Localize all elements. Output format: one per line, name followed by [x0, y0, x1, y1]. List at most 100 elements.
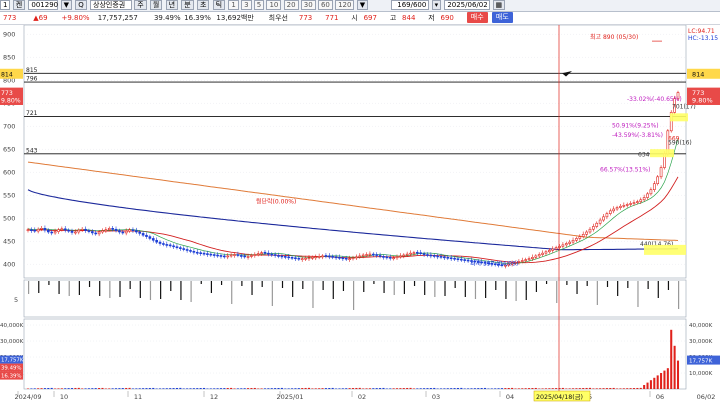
volume-bar-188 [663, 370, 666, 389]
toolbar: 1 켄 001290 ▼ Q 상상인증권 주 월 년 분 초 틱 1 3 5 1… [0, 0, 720, 12]
volume-bar-180 [636, 387, 639, 389]
volume-bar-11 [64, 388, 67, 389]
volume-bar-72 [270, 388, 273, 389]
volume-bar-18 [87, 388, 90, 389]
volume-bar-186 [656, 375, 659, 389]
timeframe-10[interactable]: 10 [266, 0, 282, 10]
candle-body-39 [158, 241, 162, 244]
volume-bar-8 [54, 388, 57, 389]
volume-bar-147 [524, 388, 527, 389]
level-label-1: 796 [26, 76, 38, 83]
volume-bar-35 [145, 388, 148, 389]
dropdown-icon[interactable]: ▼ [60, 0, 73, 10]
indicator-bar-132 [474, 281, 477, 299]
candle-body-172 [608, 210, 612, 214]
volume-bar-156 [555, 388, 558, 389]
candle-body-54 [209, 253, 213, 256]
timeframe-5[interactable]: 5 [253, 0, 265, 10]
annotation-6: 66.57%(13.51%) [600, 166, 650, 173]
range-field[interactable]: 169/600 [391, 0, 430, 10]
right-badge-0: 814 [692, 70, 704, 78]
header-right-0: LC:94.71 [688, 28, 715, 35]
timeframe-20[interactable]: 20 [283, 0, 299, 10]
timeframe-30[interactable]: 30 [300, 0, 316, 10]
volume-bar-43 [172, 388, 175, 389]
candle-body-159 [564, 243, 568, 246]
volume-bar-51 [199, 388, 202, 389]
period-day-button[interactable]: 주 [134, 0, 147, 10]
candle-body-1 [30, 229, 33, 231]
timeframe-60[interactable]: 60 [317, 0, 333, 10]
candle-body-35 [145, 234, 148, 237]
toolbar-item-0[interactable]: 1 [0, 0, 11, 10]
candle-body-13 [70, 230, 74, 233]
volume-bar-187 [660, 373, 663, 389]
period-year-button[interactable]: 년 [165, 0, 179, 10]
volume-badge-left-0: 17,757K [1, 358, 24, 364]
candle-body-154 [548, 250, 551, 253]
volume-badge-right: 17,757K [689, 359, 713, 365]
volume-bar-15 [77, 387, 80, 389]
volume-bar-65 [247, 388, 250, 389]
candle-body-89 [327, 255, 331, 258]
date-field[interactable]: 2025/06/02 [444, 0, 491, 10]
candle-body-85 [314, 256, 318, 259]
candle-body-184 [649, 189, 653, 195]
left-badge-0: 814 [1, 71, 13, 78]
volume-bar-70 [263, 388, 267, 389]
annotation-3: -33.02%(-40.65%) [627, 96, 682, 103]
indicator-bar-18 [88, 281, 91, 287]
candle-body-83 [307, 257, 311, 260]
stock-code-input[interactable]: 001290 [28, 0, 59, 10]
timeframe-3[interactable]: 3 [241, 0, 252, 10]
candle-body-170 [602, 216, 605, 221]
timeframe-dropdown-icon[interactable]: ▼ [356, 0, 369, 10]
volume-bar-124 [446, 388, 449, 389]
period-minute-button[interactable]: 분 [181, 0, 194, 10]
volume-bar-14 [74, 387, 77, 389]
level-label-3: 543 [26, 147, 38, 154]
volume-bar-66 [250, 388, 253, 389]
range-stepper-icon[interactable]: ▾ [431, 0, 442, 10]
candle-body-55 [212, 254, 216, 256]
indicator-bar-3 [38, 281, 40, 293]
indicator-bar-75 [281, 281, 284, 288]
toolbar-item-1[interactable]: 켄 [12, 0, 26, 10]
indicator-bar-81 [302, 281, 304, 289]
stock-chart[interactable]: 815796721543 400450500550600650700750800… [0, 25, 720, 404]
period-tick-button[interactable]: 틱 [212, 0, 226, 10]
volume-bar-113 [409, 387, 412, 389]
candle-body-27 [118, 230, 121, 233]
timeframe-120[interactable]: 120 [335, 0, 355, 10]
ask-price: 773 [298, 14, 313, 22]
candle-body-45 [179, 247, 182, 249]
volume-bar-17 [84, 388, 87, 389]
candle-body-123 [443, 256, 446, 259]
period-second-button[interactable]: 초 [196, 0, 210, 10]
candle-body-25 [111, 228, 114, 230]
volume-bar-94 [345, 388, 348, 389]
buy-button[interactable]: 매수 [466, 12, 488, 23]
volume-bar-57 [219, 388, 222, 389]
search-icon[interactable]: Q [75, 0, 87, 10]
timeframe-1[interactable]: 1 [228, 0, 239, 10]
candle-body-30 [128, 229, 131, 232]
candle-body-150 [534, 255, 538, 258]
indicator-bar-51 [200, 281, 202, 284]
annotation-5: -43.59%(-3.81%) [612, 132, 663, 139]
candle-body-23 [104, 229, 108, 231]
candle-body-110 [399, 255, 402, 258]
candle-body-36 [148, 236, 152, 239]
candle-body-102 [371, 253, 375, 256]
period-month-button[interactable]: 월 [149, 0, 163, 10]
indicator-bar-186 [657, 281, 659, 298]
volume-bar-5 [43, 388, 46, 389]
sell-button[interactable]: 매도 [491, 12, 513, 23]
indicator-bar-192 [678, 281, 680, 309]
volume-bar-184 [649, 380, 652, 389]
quote-bar: 773 ▲69 +9.80% 17,757,257 39.49% 16.39% … [0, 12, 720, 25]
volume-bar-79 [294, 388, 297, 389]
candle-body-129 [463, 259, 467, 261]
calendar-icon[interactable]: ▦ [492, 0, 506, 10]
candle-body-151 [537, 254, 541, 257]
